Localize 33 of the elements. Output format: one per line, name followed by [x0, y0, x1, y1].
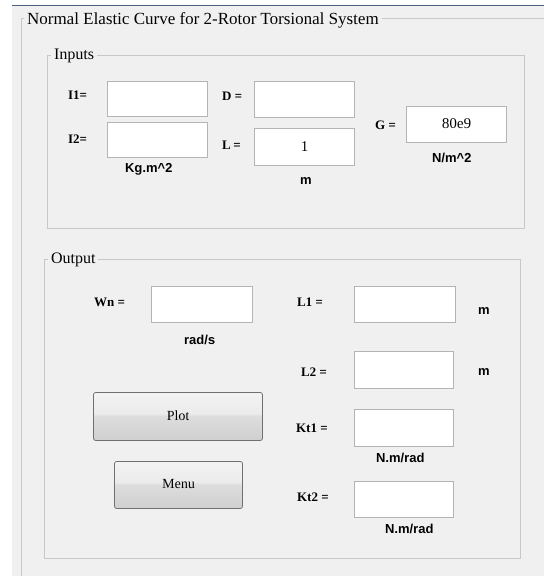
field-label: G =: [375, 117, 396, 133]
field-label: L1 =: [297, 294, 323, 310]
input-field[interactable]: [107, 81, 208, 117]
input-field[interactable]: [254, 81, 355, 118]
push-button[interactable]: Plot: [93, 392, 263, 441]
push-button[interactable]: Menu: [114, 461, 243, 509]
unit-label: m: [300, 172, 312, 188]
input-field[interactable]: 80e9: [406, 106, 507, 143]
field-label: Kt1 =: [296, 420, 328, 436]
unit-label: m: [478, 363, 490, 379]
input-field[interactable]: [107, 122, 208, 158]
unit-label: Kg.m^2: [125, 160, 172, 176]
field-label: L2 =: [301, 364, 327, 380]
input-field[interactable]: [354, 481, 454, 518]
field-label: I2=: [68, 131, 87, 147]
input-field[interactable]: [151, 286, 253, 323]
input-field[interactable]: [354, 286, 456, 323]
input-field[interactable]: [354, 409, 454, 447]
unit-label: rad/s: [184, 332, 216, 348]
unit-label: N/m^2: [432, 150, 472, 166]
input-field[interactable]: 1: [254, 128, 355, 166]
unit-label: N.m/rad: [376, 450, 424, 466]
unit-label: N.m/rad: [385, 521, 434, 537]
field-label: I1=: [68, 87, 87, 103]
field-label: D =: [222, 88, 242, 104]
field-label: Wn =: [94, 294, 125, 310]
panel-title: Output: [48, 251, 98, 267]
field-label: L =: [222, 137, 241, 153]
panel-title: Inputs: [51, 47, 97, 63]
input-field[interactable]: [354, 351, 454, 389]
field-label: Kt2 =: [297, 489, 329, 505]
panel-title: Normal Elastic Curve for 2-Rotor Torsional System: [24, 10, 382, 27]
unit-label: m: [478, 302, 490, 318]
